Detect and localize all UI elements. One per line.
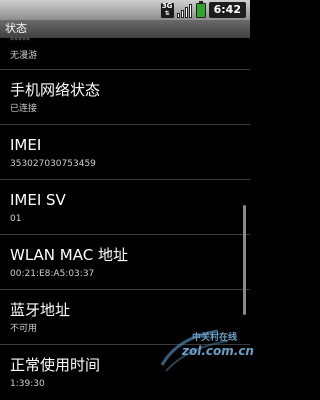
list-item-value: 已连接	[10, 104, 38, 114]
network-3g-icon: 3G ⇅	[160, 1, 174, 18]
list-item-title: IMEI SV	[10, 191, 66, 209]
status-clock: 6:42	[208, 2, 246, 18]
watermark-top-text: 中关村在线	[192, 333, 238, 343]
list-item-roaming[interactable]: ***** 无漫游	[0, 36, 250, 70]
list-item-peek-text: *****	[10, 36, 30, 45]
list-item-value: 无漫游	[10, 51, 38, 61]
list-item-imei[interactable]: IMEI 353027030753459	[0, 125, 250, 180]
list-item-value: 不可用	[10, 324, 38, 334]
list-item-value: 353027030753459	[10, 159, 96, 169]
list-item-title: 手机网络状态	[10, 81, 101, 99]
list-item-imei-sv[interactable]: IMEI SV 01	[0, 180, 250, 235]
watermark-logo: 中关村在线 zol.com.cn	[158, 317, 254, 375]
network-type-label: 3G	[161, 1, 173, 10]
signal-strength-icon	[176, 3, 193, 18]
status-icons: 3G ⇅ 6:42	[160, 0, 246, 18]
battery-icon	[195, 0, 206, 18]
list-item-title: 正常使用时间	[10, 356, 101, 374]
scrollbar[interactable]	[243, 205, 246, 315]
list-item-title: WLAN MAC 地址	[10, 246, 128, 264]
list-item-title: IMEI	[10, 136, 42, 154]
list-item-value: 00:21:E8:A5:03:37	[10, 269, 95, 279]
list-item-value: 1:39:30	[10, 379, 45, 389]
list-item-wlan-mac[interactable]: WLAN MAC 地址 00:21:E8:A5:03:37	[0, 235, 250, 290]
list-item-value: 01	[10, 214, 22, 224]
list-item-title: 蓝牙地址	[10, 301, 71, 319]
status-bar: 3G ⇅ 6:42	[0, 0, 250, 20]
watermark-main-text: zol.com.cn	[182, 344, 254, 358]
page-title: 状态	[0, 20, 250, 38]
data-arrows-icon: ⇅	[164, 9, 170, 17]
list-item-network-status[interactable]: 手机网络状态 已连接	[0, 70, 250, 125]
